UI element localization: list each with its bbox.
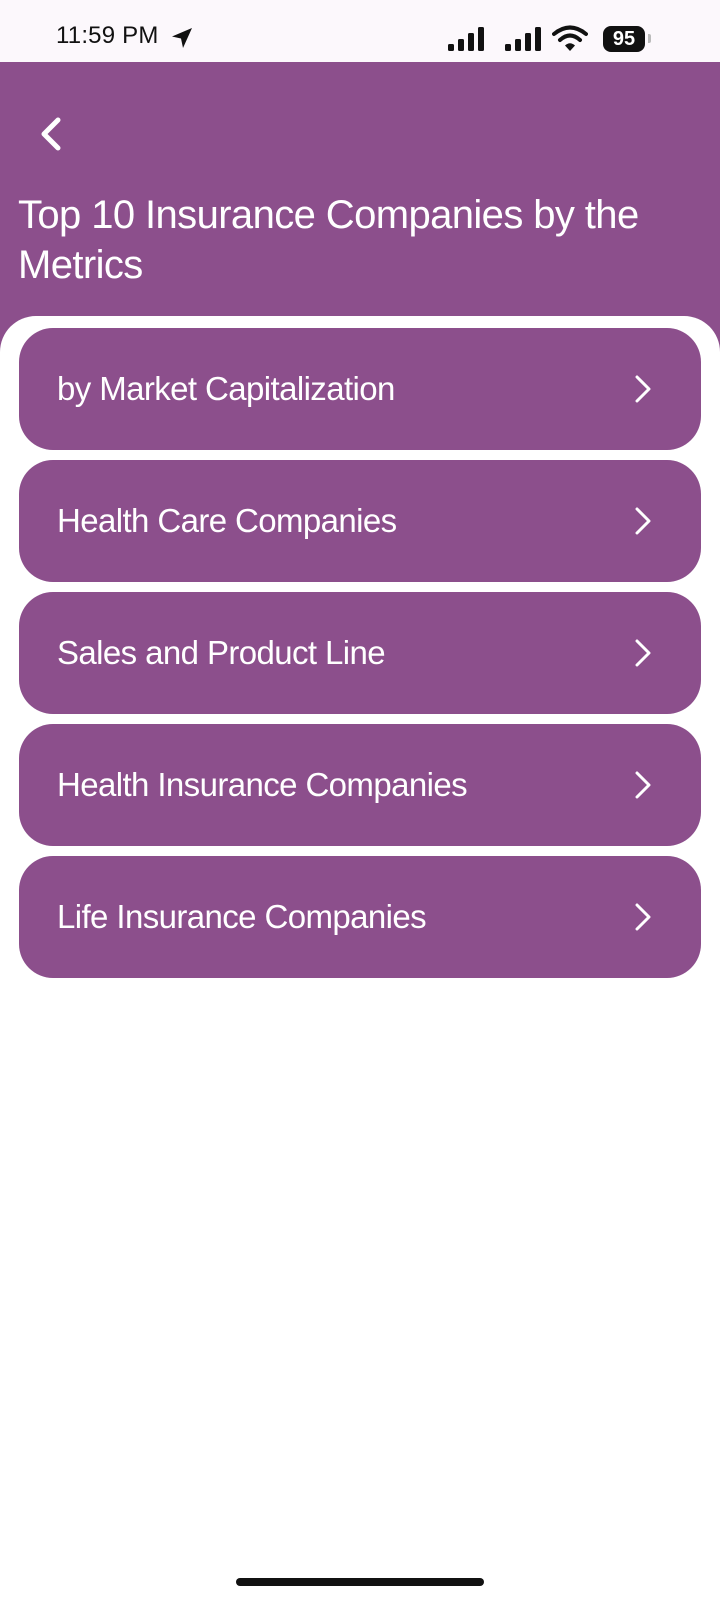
chevron-right-icon [635,507,651,535]
chevron-left-icon [41,117,61,151]
chevron-right-icon [635,375,651,403]
battery-tip [648,34,651,43]
menu-item-label: Health Insurance Companies [57,766,468,803]
signal-bars-icon [448,27,484,51]
status-time: 11:59 PM [56,22,159,49]
menu-item-sales-and-product-line[interactable]: Sales and Product Line [19,592,701,714]
menu-item-label: Health Care Companies [57,502,397,539]
menu-item-label: Sales and Product Line [57,634,386,671]
chevron-right-icon [635,903,651,931]
menu-item-health-insurance-companies[interactable]: Health Insurance Companies [19,724,701,846]
chevron-right-icon [635,639,651,667]
menu-item-health-care-companies[interactable]: Health Care Companies [19,460,701,582]
menu-item-label: Life Insurance Companies [57,898,427,935]
menu-list: by Market Capitalization Health Care Com… [0,316,720,1600]
menu-item-label: by Market Capitalization [57,370,395,407]
home-indicator[interactable] [236,1578,484,1586]
page-title: Top 10 Insurance Companies by the Metric… [18,193,639,287]
back-button[interactable] [30,108,74,160]
status-bar: 11:59 PM 95 [0,0,720,62]
chevron-right-icon [635,771,651,799]
battery-indicator: 95 [603,26,645,52]
signal-bars-icon [505,27,541,51]
wifi-icon [552,25,588,51]
menu-item-market-capitalization[interactable]: by Market Capitalization [19,328,701,450]
location-arrow-icon [172,28,192,48]
menu-item-life-insurance-companies[interactable]: Life Insurance Companies [19,856,701,978]
